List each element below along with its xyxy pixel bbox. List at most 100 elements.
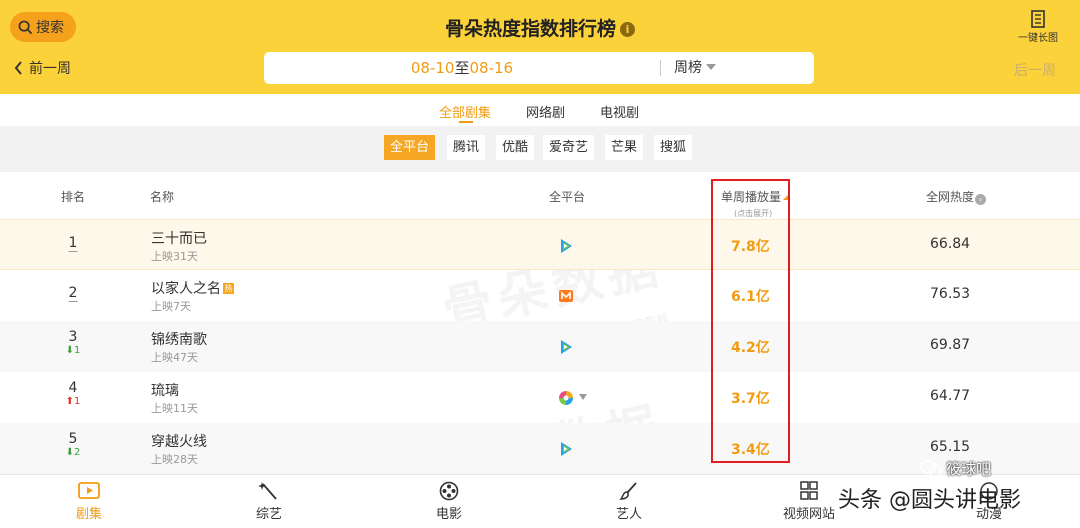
prev-week-button[interactable]: 前一周 xyxy=(14,58,71,78)
chevron-left-icon xyxy=(14,61,22,75)
info-arrow-icon: › xyxy=(975,194,987,205)
rank-value: 4 xyxy=(68,380,78,396)
rank-change-down: ⬇2 xyxy=(65,447,81,458)
date-selector[interactable]: 08-10至08-16 周榜 xyxy=(264,52,814,84)
page-title: 骨朵热度指数排行榜 xyxy=(444,18,616,40)
active-tab-underline xyxy=(459,121,473,123)
magic-wand-icon xyxy=(258,482,277,500)
date-to: 至 xyxy=(454,59,470,77)
platform-all-button[interactable]: 全平台 xyxy=(384,135,436,160)
heat-value: 65.15 xyxy=(930,439,971,455)
wechat-icon xyxy=(920,459,942,477)
long-image-label: 一键长图 xyxy=(1018,33,1058,44)
nav-variety[interactable]: 综艺 xyxy=(239,481,299,522)
nav-movie-label: 电影 xyxy=(435,507,462,522)
nav-series[interactable]: 剧集 xyxy=(59,481,119,522)
platform-youku-button[interactable]: 优酷 xyxy=(496,135,535,160)
col-heat-label: 全网热度 xyxy=(926,190,975,204)
nav-artist[interactable]: 艺人 xyxy=(599,481,659,522)
nav-variety-label: 综艺 xyxy=(255,507,282,522)
highlight-box xyxy=(711,179,790,463)
tab-web-series[interactable]: 网络剧 xyxy=(526,102,565,121)
col-heat[interactable]: 全网热度 › xyxy=(926,188,987,205)
rank-change-up: ⬆1 xyxy=(65,396,81,407)
show-name[interactable]: 琉璃 xyxy=(151,380,179,400)
week-type-label: 周榜 xyxy=(674,60,702,76)
days-released: 上映47天 xyxy=(151,351,198,364)
dropdown-arrow-icon xyxy=(706,64,716,70)
show-name[interactable]: 锦绣南歌 xyxy=(151,329,207,349)
week-type-dropdown[interactable]: 周榜 xyxy=(674,52,716,84)
table-row[interactable]: 4 ⬆1 琉璃 上映11天 3.7亿 64.77 xyxy=(0,372,1080,423)
grid-icon xyxy=(800,481,818,500)
rank-change-value: 2 xyxy=(74,447,81,458)
table-row[interactable]: 2 以家人之名热 上映7天 6.1亿 76.53 xyxy=(0,270,1080,321)
brush-icon xyxy=(619,482,637,500)
rank-change-value: 1 xyxy=(74,345,81,356)
rank-number: 1 xyxy=(68,235,78,251)
heat-value: 76.53 xyxy=(930,286,971,302)
nav-series-label: 剧集 xyxy=(75,507,102,522)
show-name[interactable]: 三十而已 xyxy=(151,228,207,248)
days-released: 上映31天 xyxy=(151,250,198,263)
info-icon[interactable]: i xyxy=(620,22,635,37)
col-name: 名称 xyxy=(150,190,175,204)
table-row[interactable]: 3 ⬇1 锦绣南歌 上映47天 4.2亿 69.87 xyxy=(0,321,1080,372)
date-range[interactable]: 08-10至08-16 xyxy=(264,52,660,84)
nav-movie[interactable]: 电影 xyxy=(419,481,479,522)
table-row[interactable]: 1 三十而已 上映31天 7.8亿 66.84 xyxy=(0,219,1080,270)
next-week-button[interactable]: 后一周 xyxy=(1014,60,1056,80)
nav-artist-label: 艺人 xyxy=(615,507,642,522)
date-divider xyxy=(660,60,661,76)
show-name[interactable]: 穿越火线 xyxy=(151,431,207,451)
platform-sohu-button[interactable]: 搜狐 xyxy=(654,135,693,160)
col-rank: 排名 xyxy=(61,190,86,204)
table-header: 排名 名称 全平台 单周播放量 (点击展开) 全网热度 › xyxy=(0,172,1080,218)
days-released: 上映7天 xyxy=(151,300,191,313)
show-name[interactable]: 以家人之名热 xyxy=(151,278,234,298)
tv-icon xyxy=(78,482,100,499)
heat-value: 66.84 xyxy=(930,236,971,252)
tencent-video-icon xyxy=(561,442,572,456)
days-released: 上映28天 xyxy=(151,453,198,466)
tencent-video-icon xyxy=(561,340,572,354)
rank-number: 5 ⬇2 xyxy=(60,431,86,459)
rank-change-value: 1 xyxy=(74,396,81,407)
tencent-video-icon xyxy=(561,239,572,253)
show-name-text: 以家人之名 xyxy=(151,281,221,297)
platform-iqiyi-button[interactable]: 爱奇艺 xyxy=(543,135,595,160)
heat-value: 69.87 xyxy=(930,337,971,353)
rank-number: 2 xyxy=(68,285,78,301)
rank-change-down: ⬇1 xyxy=(65,345,81,356)
days-released: 上映11天 xyxy=(151,402,198,415)
col-platform: 全平台 xyxy=(549,190,586,204)
rank-value: 5 xyxy=(68,431,78,447)
nav-video-sites[interactable]: 视频网站 xyxy=(779,481,839,522)
platform-tencent-button[interactable]: 腾讯 xyxy=(447,135,486,160)
rank-number: 4 ⬆1 xyxy=(60,380,86,408)
rank-number: 3 ⬇1 xyxy=(60,329,86,357)
date-end: 08-16 xyxy=(469,59,514,77)
category-tabs: 全部剧集 网络剧 电视剧 xyxy=(0,94,1080,126)
table-row[interactable]: 5 ⬇2 穿越火线 上映28天 3.4亿 65.15 xyxy=(0,423,1080,474)
source-watermark: 头条 @圆头讲电影 xyxy=(838,488,1021,513)
film-reel-icon xyxy=(439,481,459,501)
long-image-button[interactable]: 一键长图 xyxy=(1016,10,1060,44)
rank-value: 3 xyxy=(68,329,78,345)
platform-mango-button[interactable]: 芒果 xyxy=(605,135,644,160)
platform-filter-bar: 全平台 腾讯 优酷 爱奇艺 芒果 搜狐 xyxy=(0,126,1080,172)
date-start: 08-10 xyxy=(410,59,455,77)
tab-all-series[interactable]: 全部剧集 xyxy=(439,102,491,121)
multi-platform-icon xyxy=(559,391,573,405)
nav-video-sites-label: 视频网站 xyxy=(782,507,835,522)
top-header: 搜索 骨朵热度指数排行榜 i 一键长图 前一周 08-10至08-16 周榜 后一… xyxy=(0,0,1080,94)
hot-badge: 热 xyxy=(223,283,234,294)
title-wrap: 骨朵热度指数排行榜 i xyxy=(0,14,1080,41)
document-icon xyxy=(1031,10,1045,28)
prev-week-label: 前一周 xyxy=(29,61,71,77)
heat-value: 64.77 xyxy=(930,388,971,404)
wechat-watermark: 筱球吧 xyxy=(920,458,991,479)
expand-arrow-icon[interactable] xyxy=(579,394,587,400)
mango-tv-icon xyxy=(559,290,573,302)
tab-tv-series[interactable]: 电视剧 xyxy=(600,102,639,121)
